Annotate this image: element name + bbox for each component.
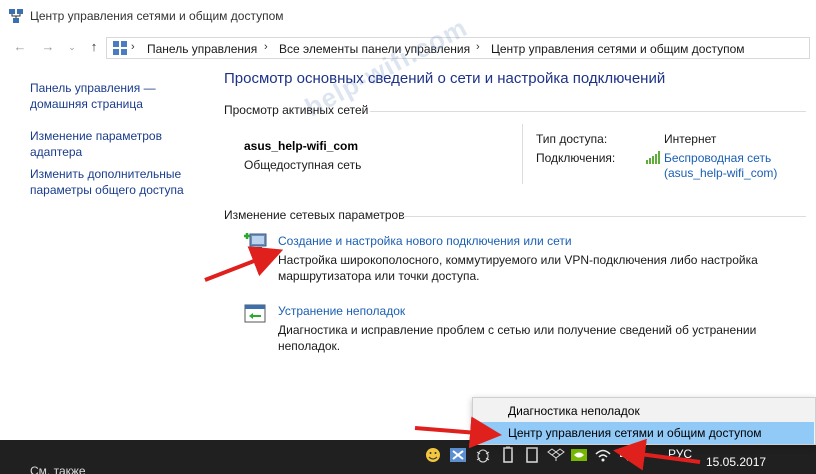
smiley-tray-icon[interactable] [424, 446, 442, 464]
access-type-label: Тип доступа: [536, 132, 608, 146]
breadcrumb-separator-icon: › [131, 41, 135, 53]
breadcrumb-item[interactable]: Панель управления [147, 42, 257, 56]
task-description: Диагностика и исправление проблем с сеть… [278, 323, 757, 337]
volume-tray-icon[interactable] [618, 446, 636, 464]
app-tray-icon[interactable] [449, 446, 467, 464]
bug-tray-icon[interactable] [474, 446, 492, 464]
taskbar: См. также РУС 15.05.2017 [0, 440, 816, 474]
divider [400, 216, 806, 217]
sidebar-item-home[interactable]: Панель управления — домашняя страница [30, 80, 208, 112]
annotation-arrow [204, 246, 284, 282]
wireless-connection-name-link[interactable]: (asus_help-wifi_com) [664, 166, 777, 180]
task-description: неполадок. [278, 339, 341, 353]
document-tray-icon[interactable] [523, 446, 541, 464]
wifi-tray-icon[interactable] [594, 446, 612, 464]
divider [522, 124, 523, 184]
breadcrumb-separator-icon: › [264, 41, 268, 53]
wifi-signal-icon [646, 151, 660, 164]
change-settings-title: Изменение сетевых параметров [224, 208, 405, 222]
tray-context-menu: Диагностика неполадок Центр управления с… [472, 397, 816, 445]
task-link-troubleshoot[interactable]: Устранение неполадок [278, 304, 405, 318]
window-title: Центр управления сетями и общим доступом [30, 9, 284, 23]
troubleshoot-icon [244, 304, 266, 323]
breadcrumb-separator-icon: › [476, 41, 480, 53]
network-type[interactable]: Общедоступная сеть [244, 158, 361, 172]
connections-label: Подключения: [536, 151, 616, 165]
language-indicator[interactable]: РУС [668, 447, 692, 461]
dropbox-tray-icon[interactable] [547, 446, 565, 464]
breadcrumb-item[interactable]: Центр управления сетями и общим доступом [491, 42, 745, 56]
task-link-new-connection[interactable]: Создание и настройка нового подключения … [278, 234, 572, 248]
menu-item-network-center[interactable]: Центр управления сетями и общим доступом [474, 422, 814, 444]
back-arrow-icon[interactable]: ← [12, 39, 28, 55]
sidebar: Панель управления — домашняя страница Из… [0, 66, 210, 426]
nvidia-tray-icon[interactable] [570, 446, 588, 464]
new-connection-icon [244, 233, 267, 250]
divider [370, 111, 806, 112]
recent-dropdown-icon[interactable]: ⌄ [64, 39, 80, 55]
menu-item-troubleshoot[interactable]: Диагностика неполадок [474, 400, 814, 422]
wireless-connection-link[interactable]: Беспроводная сеть [664, 151, 771, 165]
forward-arrow-icon[interactable]: → [40, 39, 56, 55]
network-center-icon [9, 9, 23, 23]
battery-tray-icon[interactable] [499, 446, 517, 464]
access-type-value: Интернет [664, 132, 717, 146]
sidebar-item-sharing-settings[interactable]: Изменить дополнительные параметры общего… [30, 166, 208, 198]
clock-date[interactable]: 15.05.2017 [706, 455, 766, 469]
title-bar: Центр управления сетями и общим доступом [0, 0, 816, 32]
see-also-label: См. также [30, 464, 86, 474]
control-panel-icon [113, 41, 127, 55]
page-title: Просмотр основных сведений о сети и наст… [224, 70, 666, 87]
up-arrow-icon[interactable]: ↑ [86, 39, 102, 55]
task-description: маршрутизатора или точки доступа. [278, 269, 480, 283]
network-name: asus_help-wifi_com [244, 139, 359, 153]
task-description: Настройка широкополосного, коммутируемог… [278, 253, 758, 267]
sidebar-item-adapter-settings[interactable]: Изменение параметров адаптера [30, 128, 208, 160]
active-networks-title: Просмотр активных сетей [224, 103, 369, 117]
